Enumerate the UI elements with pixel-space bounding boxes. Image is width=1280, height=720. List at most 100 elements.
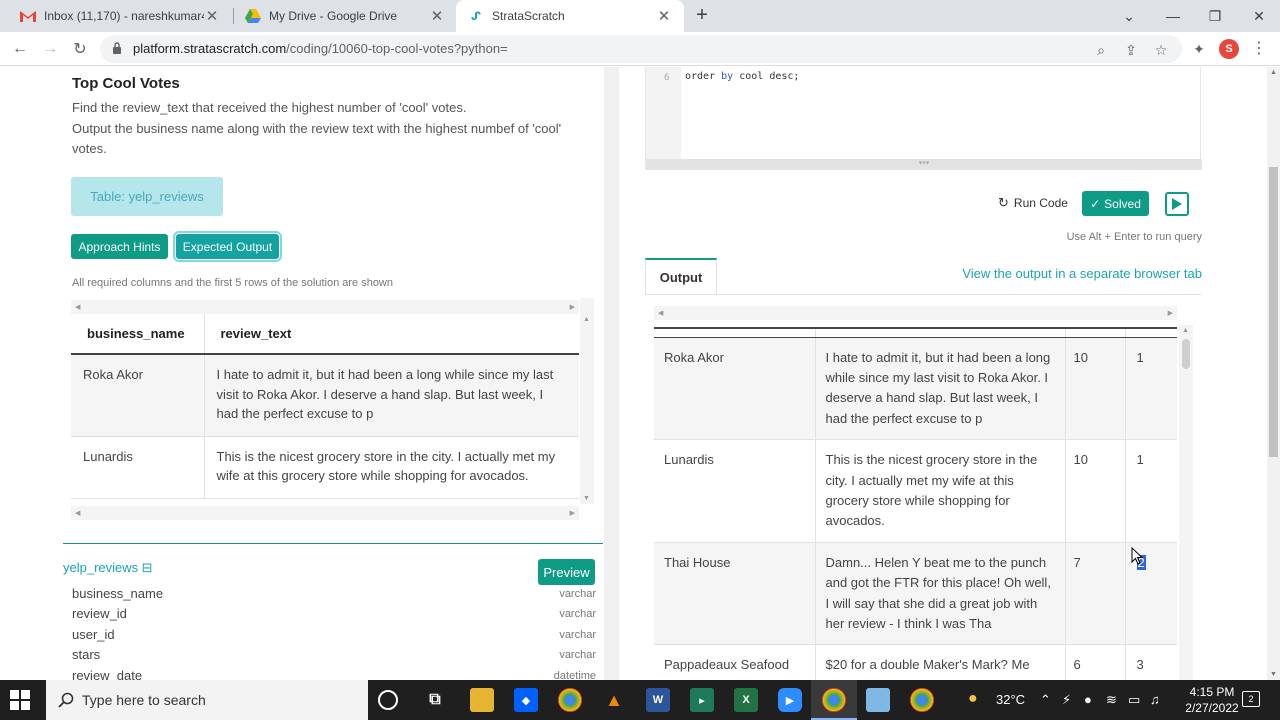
windows-start-icon[interactable]	[10, 690, 30, 710]
cortana-icon[interactable]	[378, 690, 398, 710]
volume-icon[interactable]: ♫	[1150, 692, 1160, 707]
close-tab-icon[interactable]: ✕	[204, 7, 220, 25]
close-tab-icon[interactable]: ✕	[656, 7, 672, 25]
expected-output-button[interactable]: Expected Output	[173, 231, 282, 262]
output-horizontal-scrollbar[interactable]: ◀ ▶	[654, 306, 1177, 320]
scroll-down-arrow-icon[interactable]: ▼	[583, 495, 590, 502]
preview-button[interactable]: Preview	[538, 559, 595, 585]
tray-chevron-icon[interactable]: ⌃	[1040, 692, 1051, 708]
scroll-left-arrow-icon[interactable]: ◀	[75, 509, 80, 517]
output-table: Roka Akor I hate to admit it, but it had…	[654, 327, 1177, 680]
separate-tab-link[interactable]: View the output in a separate browser ta…	[962, 266, 1202, 281]
table-badge[interactable]: Table: yelp_reviews	[71, 177, 223, 216]
schema-table-name: yelp_reviews	[63, 560, 139, 575]
profile-avatar[interactable]: S	[1219, 39, 1239, 59]
cool-votes-cell: 6	[1065, 644, 1126, 680]
scroll-down-arrow-icon[interactable]: ▼	[1270, 671, 1277, 678]
chrome-active-icon[interactable]	[822, 688, 846, 712]
scroll-left-arrow-icon[interactable]: ◀	[658, 309, 663, 317]
notepad-icon[interactable]	[866, 688, 890, 712]
scroll-right-arrow-icon[interactable]: ▶	[570, 303, 575, 311]
battery-icon[interactable]: ▭	[1128, 692, 1140, 708]
tab-google-drive[interactable]: My Drive - Google Drive ✕	[233, 0, 457, 32]
weather-icon[interactable]: ●	[968, 690, 978, 708]
editor-resize-handle[interactable]: ▾▾▾	[646, 159, 1202, 169]
field-name: stars	[72, 647, 101, 663]
url-text: platform.stratascratch.com/coding/10060-…	[133, 41, 508, 56]
table-row: Roka Akor I hate to admit it, but it had…	[654, 337, 1177, 441]
review-text-cell: This is the nicest grocery store in the …	[815, 439, 1066, 543]
word-icon[interactable]: W	[646, 688, 670, 712]
scrollbar-thumb[interactable]	[1269, 167, 1278, 457]
close-tab-icon[interactable]: ✕	[429, 7, 445, 25]
run-code-button[interactable]: ↻ Run Code	[998, 195, 1068, 211]
scroll-left-arrow-icon[interactable]: ◀	[75, 303, 80, 311]
field-name: user_id	[72, 626, 115, 642]
submit-play-icon[interactable]	[1165, 192, 1189, 216]
chrome-icon[interactable]	[558, 688, 582, 712]
wifi-icon[interactable]: ≋	[1106, 692, 1117, 708]
share-icon[interactable]: ⇪	[1122, 41, 1140, 59]
output-vertical-scrollbar[interactable]: ▲	[1179, 325, 1193, 680]
network-icon[interactable]: ⚡	[1062, 692, 1071, 708]
solved-button[interactable]: ✓ Solved	[1082, 191, 1149, 216]
url-path: /coding/10060-top-cool-votes?python=	[286, 41, 508, 56]
address-bar[interactable]: platform.stratascratch.com/coding/10060-…	[100, 35, 1182, 63]
chrome-profile-icon[interactable]	[910, 688, 934, 712]
tab-output[interactable]: Output	[645, 258, 717, 294]
review-text-cell: $20 for a double Maker's Mark? Me thinks…	[815, 644, 1066, 680]
solution-note: All required columns and the first 5 row…	[72, 277, 393, 289]
scroll-up-arrow-icon[interactable]: ▲	[1270, 69, 1277, 76]
solution-bottom-scrollbar[interactable]: ◀ ▶	[71, 506, 579, 520]
close-window-button[interactable]: ✕	[1237, 0, 1280, 32]
forward-arrow-icon[interactable]: →	[38, 37, 62, 61]
dropbox-icon[interactable]: ◆	[514, 688, 538, 712]
tab-gmail[interactable]: Inbox (11,170) - nareshkumar4us ✕	[8, 0, 232, 32]
scroll-up-arrow-icon[interactable]: ▲	[1182, 327, 1189, 334]
table-cell: Roka Akor	[71, 354, 205, 437]
new-tab-button[interactable]: +	[690, 4, 714, 28]
page-vertical-scrollbar[interactable]: ▲ ▼	[1267, 67, 1280, 680]
table-cell: Lunardis	[71, 436, 205, 499]
chrome-menu-icon[interactable]: ⋮	[1250, 39, 1268, 59]
scroll-up-arrow-icon[interactable]: ▲	[583, 316, 590, 323]
solution-top-scrollbar[interactable]: ◀ ▶	[71, 300, 579, 314]
maximize-button[interactable]: ❐	[1193, 0, 1237, 32]
field-name: business_name	[72, 586, 164, 601]
app-icon[interactable]: ▸	[690, 688, 714, 712]
code-editor[interactable]: 6 order by cool desc; ▾▾▾	[645, 67, 1202, 170]
task-view-icon[interactable]: ⧉	[423, 688, 447, 712]
section-divider	[63, 543, 603, 544]
schema-field: stars varchar	[72, 647, 596, 667]
clock-date: 2/27/2022	[1185, 701, 1239, 715]
zoom-app-icon[interactable]: ▶	[778, 688, 802, 712]
approach-hints-button[interactable]: Approach Hints	[71, 234, 168, 259]
excel-icon[interactable]: X	[734, 688, 758, 712]
browser-tab-strip: Inbox (11,170) - nareshkumar4us ✕ My Dri…	[0, 0, 1280, 32]
file-explorer-icon[interactable]	[470, 688, 494, 712]
scroll-right-arrow-icon[interactable]: ▶	[1168, 309, 1173, 317]
scrollbar-thumb[interactable]	[1182, 339, 1190, 369]
zoom-icon[interactable]: ⌕	[1092, 41, 1110, 59]
tab-stratascratch[interactable]: ᔑ StrataScratch ✕	[456, 0, 684, 32]
bookmark-star-icon[interactable]: ☆	[1152, 41, 1170, 59]
vlc-icon[interactable]: ▲	[602, 688, 626, 712]
field-type: varchar	[559, 608, 596, 621]
system-clock[interactable]: 4:15 PM 2/27/2022	[1180, 684, 1244, 716]
tab-search-icon[interactable]: ⌄	[1107, 0, 1151, 32]
table-row: Thai House Damn... Helen Y beat me to th…	[654, 542, 1177, 646]
temperature[interactable]: 32°C	[996, 692, 1025, 707]
schema-table-link[interactable]: yelp_reviews ⊟	[63, 560, 153, 576]
microphone-icon[interactable]: ●	[1084, 692, 1092, 707]
pane-divider[interactable]	[604, 67, 619, 680]
minimize-button[interactable]: —	[1151, 0, 1195, 32]
taskbar-search-box[interactable]: Type here to search	[46, 680, 368, 720]
collapse-icon[interactable]: ⊟	[142, 560, 153, 575]
back-arrow-icon[interactable]: ←	[8, 37, 32, 61]
scroll-right-arrow-icon[interactable]: ▶	[570, 509, 575, 517]
extensions-icon[interactable]: ✦	[1189, 39, 1209, 59]
reload-icon[interactable]: ↻	[68, 37, 92, 61]
notification-center-icon[interactable]: 2	[1242, 691, 1260, 707]
clock-time: 4:15 PM	[1189, 685, 1235, 699]
solution-vertical-scrollbar[interactable]: ▲ ▼	[580, 298, 594, 504]
